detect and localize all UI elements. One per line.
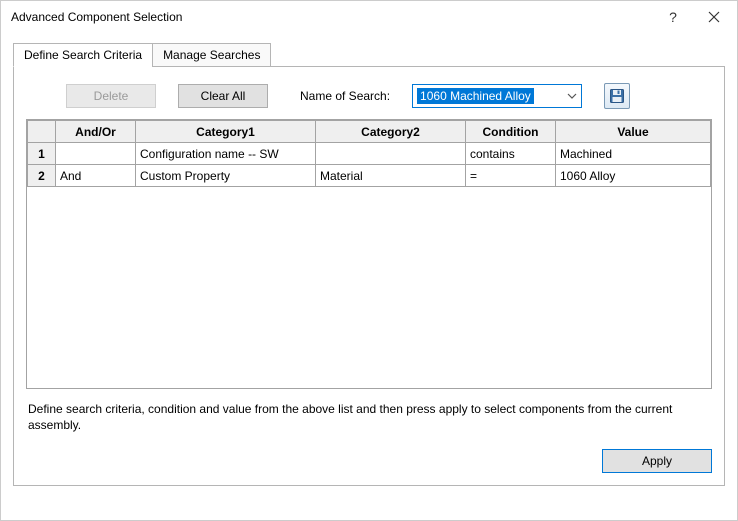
- titlebar: Advanced Component Selection ?: [1, 1, 737, 33]
- grid-cell-value[interactable]: Machined: [556, 143, 711, 165]
- tab-strip: Define Search Criteria Manage Searches D…: [13, 43, 725, 486]
- grid-header-row: And/Or Category1 Category2 Condition Val…: [28, 121, 711, 143]
- button-label: Apply: [642, 454, 672, 468]
- grid-header-rownum: [28, 121, 56, 143]
- grid-cell-andor[interactable]: And: [56, 165, 136, 187]
- delete-button[interactable]: Delete: [66, 84, 156, 108]
- name-of-search-label: Name of Search:: [300, 89, 390, 103]
- grid-header-andor[interactable]: And/Or: [56, 121, 136, 143]
- grid-cell-category2[interactable]: Material: [316, 165, 466, 187]
- name-of-search-combo[interactable]: 1060 Machined Alloy: [412, 84, 582, 108]
- window-title: Advanced Component Selection: [11, 10, 655, 24]
- instructions-text: Define search criteria, condition and va…: [28, 401, 710, 433]
- save-search-button[interactable]: [604, 83, 630, 109]
- tab-label: Define Search Criteria: [24, 48, 142, 62]
- name-of-search-value: 1060 Machined Alloy: [417, 88, 534, 104]
- close-icon: [708, 11, 720, 23]
- grid-header-condition[interactable]: Condition: [466, 121, 556, 143]
- grid-header-category1[interactable]: Category1: [136, 121, 316, 143]
- grid-cell-value[interactable]: 1060 Alloy: [556, 165, 711, 187]
- clear-all-button[interactable]: Clear All: [178, 84, 268, 108]
- grid-header-category2[interactable]: Category2: [316, 121, 466, 143]
- tab-manage-searches[interactable]: Manage Searches: [152, 43, 271, 67]
- grid-cell-category2[interactable]: [316, 143, 466, 165]
- help-button[interactable]: ?: [655, 1, 691, 33]
- grid-header-value[interactable]: Value: [556, 121, 711, 143]
- save-icon: [609, 88, 625, 104]
- chevron-down-icon: [567, 93, 577, 99]
- grid-cell-condition[interactable]: =: [466, 165, 556, 187]
- button-label: Delete: [94, 89, 129, 103]
- tab-panel-define: Delete Clear All Name of Search: 1060 Ma…: [13, 66, 725, 486]
- button-label: Clear All: [201, 89, 246, 103]
- apply-button[interactable]: Apply: [602, 449, 712, 473]
- grid-row[interactable]: 2 And Custom Property Material = 1060 Al…: [28, 165, 711, 187]
- tab-label: Manage Searches: [163, 48, 260, 62]
- toolbar: Delete Clear All Name of Search: 1060 Ma…: [26, 83, 712, 109]
- grid-cell-category1[interactable]: Configuration name -- SW: [136, 143, 316, 165]
- grid-cell-andor[interactable]: [56, 143, 136, 165]
- criteria-grid[interactable]: And/Or Category1 Category2 Condition Val…: [26, 119, 712, 389]
- grid-cell-rownum: 2: [28, 165, 56, 187]
- grid-cell-rownum: 1: [28, 143, 56, 165]
- grid-cell-condition[interactable]: contains: [466, 143, 556, 165]
- tab-define-search-criteria[interactable]: Define Search Criteria: [13, 43, 153, 67]
- close-button[interactable]: [691, 1, 737, 33]
- footer: Apply: [26, 449, 712, 473]
- grid-row[interactable]: 1 Configuration name -- SW contains Mach…: [28, 143, 711, 165]
- grid-cell-category1[interactable]: Custom Property: [136, 165, 316, 187]
